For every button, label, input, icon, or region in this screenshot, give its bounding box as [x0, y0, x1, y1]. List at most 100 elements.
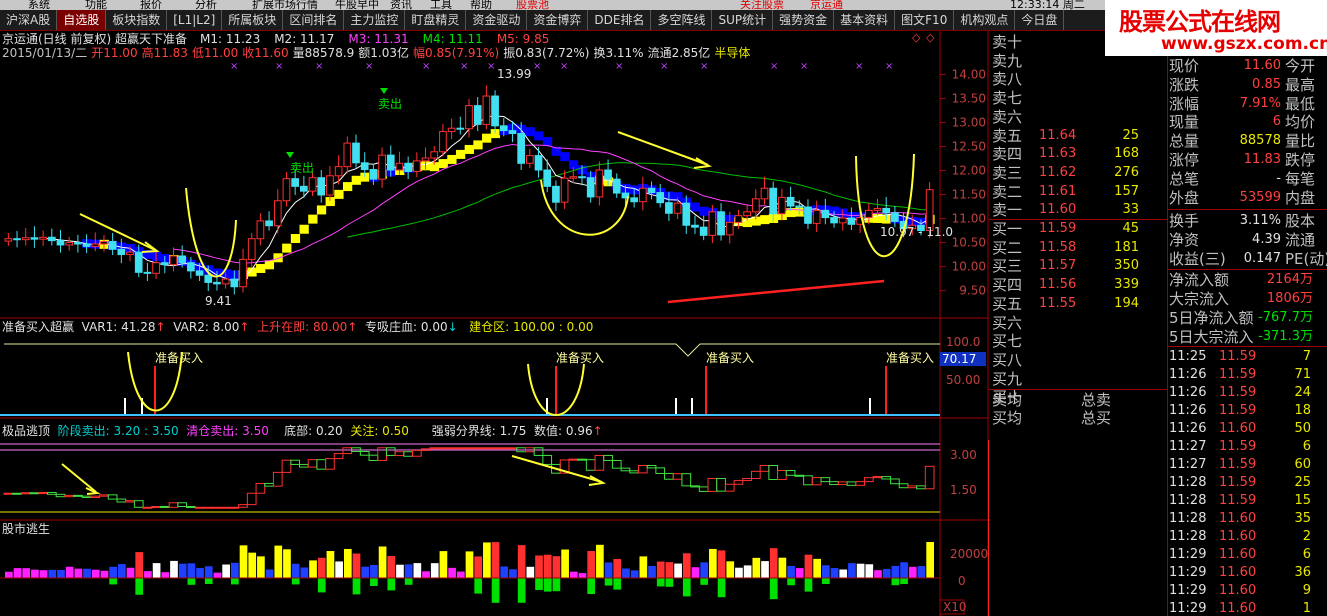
y-tick-label: 10.50 — [952, 236, 986, 250]
flow-bar — [335, 561, 343, 578]
y-tick-label: 11.50 — [952, 188, 986, 202]
tick-price: 11.60 — [1219, 529, 1257, 544]
flow-bar — [309, 560, 317, 578]
diamond-icon: ◇ — [926, 31, 935, 44]
book-label: 卖二 — [992, 182, 1023, 201]
flow-bar — [413, 563, 422, 578]
flow-bar — [874, 570, 882, 578]
osc-bar — [3, 492, 14, 495]
book-label: 卖八 — [992, 70, 1023, 89]
flow-bar — [283, 549, 291, 578]
candle — [300, 185, 308, 192]
book-price: 11.62 — [1039, 164, 1077, 180]
osc-bar — [264, 482, 274, 487]
candle — [100, 241, 108, 245]
stat-label-right: 量比 — [1285, 132, 1316, 151]
flow-bar — [74, 568, 83, 578]
candle — [82, 243, 91, 247]
book-price: 11.61 — [1039, 183, 1077, 199]
tab-17[interactable]: 今日盘 — [1015, 10, 1065, 30]
flow-bar — [509, 569, 517, 578]
flow-bar — [109, 566, 117, 578]
y-tick-label: 13.50 — [952, 91, 986, 105]
flow-bar — [343, 548, 352, 578]
flow-bar-neg — [822, 578, 830, 584]
flow-bar — [682, 553, 691, 578]
ma-label: M3: 11.31 — [348, 32, 409, 46]
flow-bar — [543, 554, 552, 578]
candle — [204, 274, 213, 283]
tick-price: 11.60 — [1219, 511, 1257, 526]
candle — [195, 270, 204, 276]
candle — [47, 236, 56, 242]
candle — [30, 237, 39, 240]
y-tick-label: 12.00 — [952, 163, 986, 177]
tick-volume: 6 — [1302, 547, 1311, 562]
x-marker: × — [275, 61, 283, 72]
osc-bar — [820, 477, 831, 483]
osc-bar — [446, 447, 457, 450]
flow-bar-neg — [370, 578, 378, 586]
candle — [308, 177, 317, 192]
flow-bar-neg — [230, 578, 239, 585]
osc-bar — [716, 477, 726, 492]
osc-bar — [837, 481, 848, 486]
osc-bar — [359, 450, 370, 456]
sub2-y-tick: 3.00 — [950, 448, 977, 462]
tick-volume: 35 — [1294, 511, 1311, 526]
flow-bar — [665, 562, 674, 578]
buy-label: 准备买入 — [556, 351, 604, 365]
flow-bar — [691, 567, 700, 578]
candle — [178, 255, 187, 264]
flow-bar-neg — [787, 578, 795, 586]
book-price: 11.58 — [1039, 239, 1077, 255]
trend-band — [342, 182, 353, 192]
candle — [873, 207, 882, 211]
osc-bar — [568, 458, 579, 461]
book-volume: 45 — [1122, 221, 1139, 236]
candle — [352, 142, 360, 164]
tick-volume: 9 — [1302, 583, 1311, 598]
flow-bar — [5, 571, 13, 578]
flow-bar — [126, 567, 135, 578]
flow-bar-neg — [700, 578, 709, 585]
flow-bar-neg — [387, 578, 396, 591]
tick-time: 11:28 — [1169, 529, 1207, 544]
candle — [465, 105, 473, 130]
trend-band — [273, 253, 283, 263]
osc-bar — [681, 473, 692, 487]
trend-band — [264, 260, 275, 270]
flow-bar — [13, 568, 22, 578]
x-marker: × — [855, 61, 863, 72]
fin-value: 3.11% — [1239, 213, 1281, 228]
book-label: 买五 — [992, 294, 1023, 313]
tick-volume: 24 — [1294, 385, 1311, 400]
flow-bar-neg — [656, 578, 665, 587]
sub3-y-tick: 0 — [958, 574, 966, 588]
tick-volume: 50 — [1294, 421, 1311, 436]
x-marker: × — [315, 61, 323, 72]
osc-bar — [890, 478, 900, 485]
flow-bar — [213, 572, 222, 578]
candle — [499, 125, 508, 132]
osc-bar — [611, 459, 622, 469]
stat-label-right: 均价 — [1285, 113, 1316, 132]
annotation-arrow — [617, 131, 709, 166]
candle — [638, 187, 647, 203]
trend-band — [525, 127, 535, 137]
stat-value: 11.60 — [1243, 58, 1281, 73]
osc-bar — [881, 476, 892, 480]
stat-value: 0.85 — [1252, 76, 1281, 92]
book-volume — [1099, 314, 1139, 332]
candle — [291, 178, 300, 187]
kline-chart[interactable]: 14.00 13.50 13.00 12.50 12.00 11.50 11.00 10.50… — [0, 0, 989, 616]
osc-bar — [281, 459, 292, 473]
flow-bar — [752, 557, 761, 578]
sub1-title: 准备买入超赢 VAR1: 41.28↑ VAR2: 8.00↑ 上升在即: 80… — [2, 320, 594, 334]
y-tick-label: 11.00 — [952, 212, 986, 226]
tick-price: 11.59 — [1219, 385, 1257, 400]
osc-bar — [846, 481, 857, 486]
candle — [239, 258, 247, 288]
flow-bar — [57, 569, 65, 578]
candle — [4, 238, 13, 242]
